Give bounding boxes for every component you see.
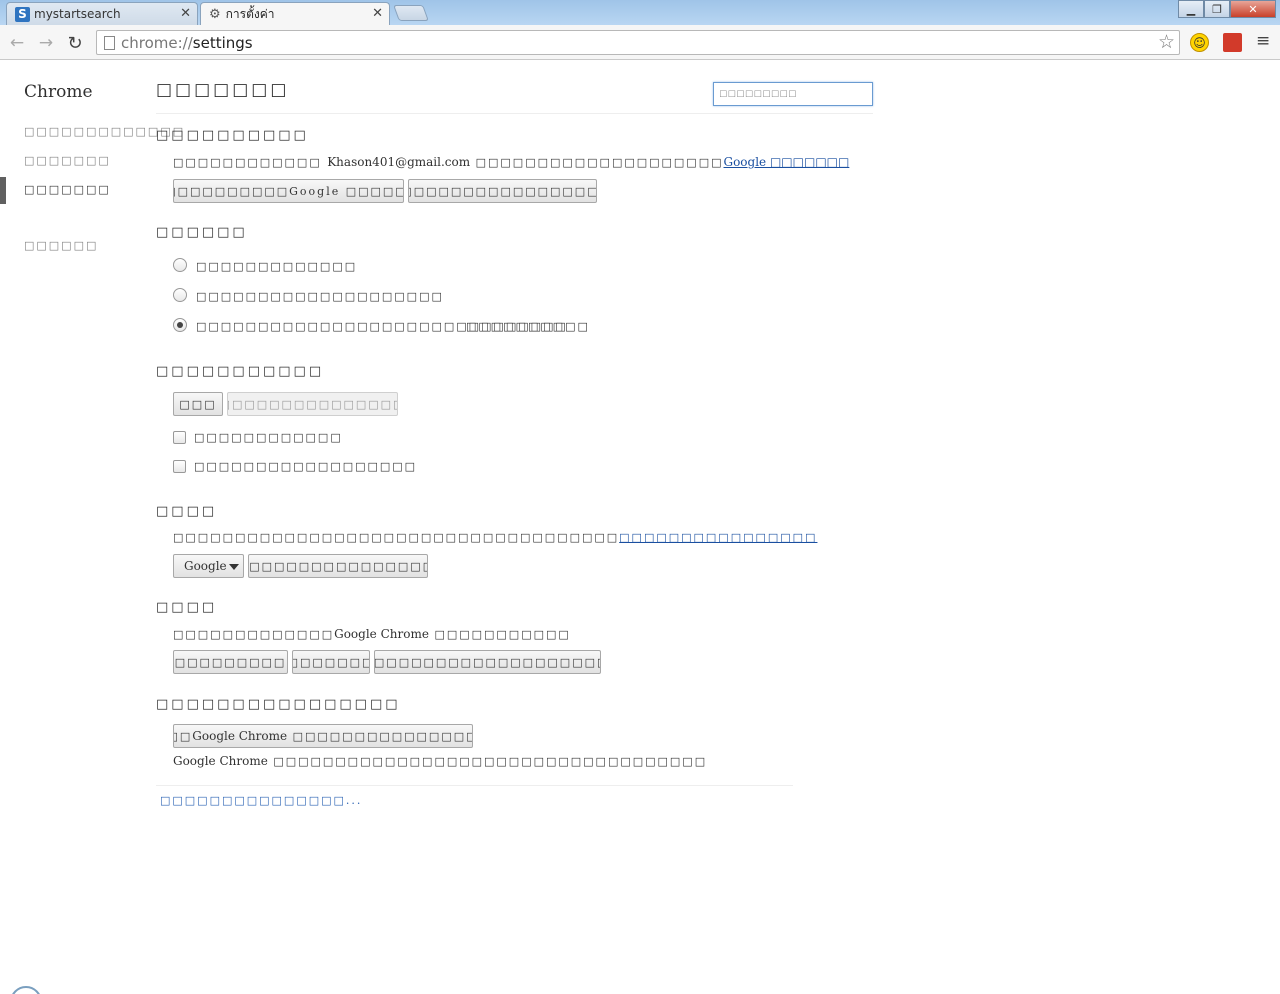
signin-status-text: □□□□□□□□□□□□ Khason401@gmail.com □□□□□□□… <box>173 155 849 169</box>
signin-text-prefix: □□□□□□□□□□□□ <box>173 156 322 169</box>
menu-icon[interactable]: ≡ <box>1256 33 1270 50</box>
search-text: □□□□□□□□□□□□□□□□□□□□□□□□□□□□□□□□□□□□ <box>173 531 620 544</box>
button-product: Google Chrome <box>192 729 288 743</box>
button-suffix: □□□□□□□□□□□□□□□□□□ <box>292 729 472 743</box>
checkbox-label: □□□□□□□□□□□□ <box>194 431 343 444</box>
omnibox-help-link[interactable]: □□□□□□□□□□□□□□□□ <box>619 531 817 544</box>
reset-theme-button[interactable]: □□□□□□□□□□□□□□□□□ <box>227 392 398 416</box>
users-text-suffix: □□□□□□□□□□□ <box>434 628 571 641</box>
manage-search-engines-button[interactable]: □□□□□□□□□□□□□□□□□□□... <box>248 554 428 578</box>
users-description: □□□□□□□□□□□□□Google Chrome □□□□□□□□□□□ <box>173 627 571 641</box>
add-user-button[interactable]: □□□□□□□□□□□ <box>173 650 288 674</box>
appearance-section-title: □□□□□□□□□□□ <box>156 364 325 379</box>
chevron-down-icon <box>229 564 239 570</box>
window-controls: ▁ ❐ ✕ <box>1178 0 1276 18</box>
sidebar-item-about[interactable]: □□□□□□ <box>24 239 98 252</box>
users-section-title: □□□□ <box>156 600 218 615</box>
settings-sidebar: Chrome □□□□□□□□□□□□□ □□□□□□□ □□□□□□□ □□□… <box>0 60 183 994</box>
show-advanced-settings-link[interactable]: □□□□□□□□□□□□□□□... <box>160 794 362 807</box>
address-bar[interactable]: chrome://settings ☆ <box>96 30 1180 55</box>
sidebar-item-settings[interactable]: □□□□□□□ <box>24 183 111 196</box>
sidebar-selected-marker <box>0 177 6 204</box>
advanced-sync-button[interactable]: □□□□□□□□□□□□□□□□□□□□□... <box>408 179 597 203</box>
forward-arrow-icon[interactable]: → <box>35 32 57 54</box>
search-engine-selected: Google <box>184 559 227 573</box>
button-prefix: □□□□□ <box>174 729 193 743</box>
startup-option-label: □□□□□□□□□□□□□ <box>196 260 358 273</box>
divider <box>156 785 793 786</box>
browser-toolbar: ← → ↻ chrome://settings ☆ ☺ ≡ <box>0 25 1280 60</box>
status-text: □□□□□□□□□□□□□□□□□□□□□□□□□□□□□□□□□□□ <box>273 755 708 768</box>
gear-icon: ⚙ <box>209 6 221 22</box>
page-title: □□□□□□□ <box>156 80 290 100</box>
book-extension-icon[interactable] <box>1223 33 1242 52</box>
tab-label: mystartsearch <box>34 7 121 21</box>
divider <box>156 113 873 114</box>
reload-icon[interactable]: ↻ <box>64 32 86 54</box>
make-default-browser-button[interactable]: □□□□□Google Chrome □□□□□□□□□□□□□□□□□□ <box>173 724 473 748</box>
default-browser-status: Google Chrome □□□□□□□□□□□□□□□□□□□□□□□□□□… <box>173 754 707 768</box>
signin-email: Khason401@gmail.com <box>327 155 471 169</box>
startup-section-title: □□□□□□ <box>156 225 248 240</box>
new-tab-button[interactable] <box>393 5 429 21</box>
minimize-icon[interactable]: ▁ <box>1178 0 1204 18</box>
close-icon[interactable]: ✕ <box>180 6 191 21</box>
signin-section-title: □□□□□□□□□□ <box>156 128 309 143</box>
status-product: Google Chrome <box>173 754 268 768</box>
back-arrow-icon[interactable]: ← <box>6 32 28 54</box>
users-text-mid: □□□□□□□□ <box>234 628 335 641</box>
url-scheme: chrome:// <box>121 33 193 52</box>
bookmark-star-icon[interactable]: ☆ <box>1158 31 1175 53</box>
search-engine-select[interactable]: Google <box>173 554 244 578</box>
startup-radio-newtab[interactable] <box>173 258 187 272</box>
page-icon <box>104 36 115 50</box>
restore-icon[interactable]: ❐ <box>1204 0 1230 18</box>
window-close-icon[interactable]: ✕ <box>1230 0 1276 18</box>
show-home-button-checkbox[interactable] <box>173 431 186 444</box>
tab-mystartsearch[interactable]: S mystartsearch ✕ <box>6 2 198 25</box>
show-bookmarks-bar-checkbox[interactable] <box>173 460 186 473</box>
default-browser-section-title: □□□□□□□□□□□□□□□□ <box>156 697 401 712</box>
users-text-prefix: □□□□□ <box>173 628 235 641</box>
signin-text-mid: □□□□□□□□□□□□□□□□□□□□ <box>475 156 724 169</box>
close-icon[interactable]: ✕ <box>372 6 383 21</box>
disconnect-account-button[interactable]: □□□□□□□□□□□□Google □□□□□□... <box>173 179 404 203</box>
mystartsearch-favicon-icon: S <box>15 6 30 22</box>
startup-radio-continue[interactable] <box>173 288 187 302</box>
get-themes-button[interactable]: □□□ <box>173 392 223 416</box>
title-bar: S mystartsearch ✕ ⚙ การตั้งค่า ✕ ▁ ❐ ✕ <box>0 0 1280 25</box>
set-pages-link[interactable]: □□□□□□□□□□ <box>466 320 590 333</box>
checkbox-label: □□□□□□□□□□□□□□□□□□ <box>194 460 418 473</box>
settings-search-input[interactable] <box>713 82 873 106</box>
sidebar-item-extensions[interactable]: □□□□□□□ <box>24 154 111 167</box>
search-section-title: □□□□ <box>156 504 218 519</box>
search-description: □□□□□□□□□□□□□□□□□□□□□□□□□□□□□□□□□□□□□□□□… <box>173 531 817 544</box>
smiley-extension-icon[interactable]: ☺ <box>1190 33 1209 52</box>
tab-settings[interactable]: ⚙ การตั้งค่า ✕ <box>200 2 390 25</box>
startup-option-label: □□□□□□□□□□□□□□□□□□□□ <box>196 290 444 303</box>
tab-label: การตั้งค่า <box>225 6 275 21</box>
users-product: Google Chrome <box>334 627 429 641</box>
url-path: settings <box>192 33 253 52</box>
import-bookmarks-button[interactable]: □□□□□□□□□□□□□□□□□□□□□□□□□... <box>374 650 601 674</box>
sidebar-brand: Chrome <box>24 82 93 102</box>
delete-user-button[interactable]: □□□□□□□ <box>292 650 370 674</box>
google-dashboard-link[interactable]: Google □□□□□□□ <box>724 155 850 169</box>
startup-radio-specific-pages[interactable] <box>173 318 187 332</box>
